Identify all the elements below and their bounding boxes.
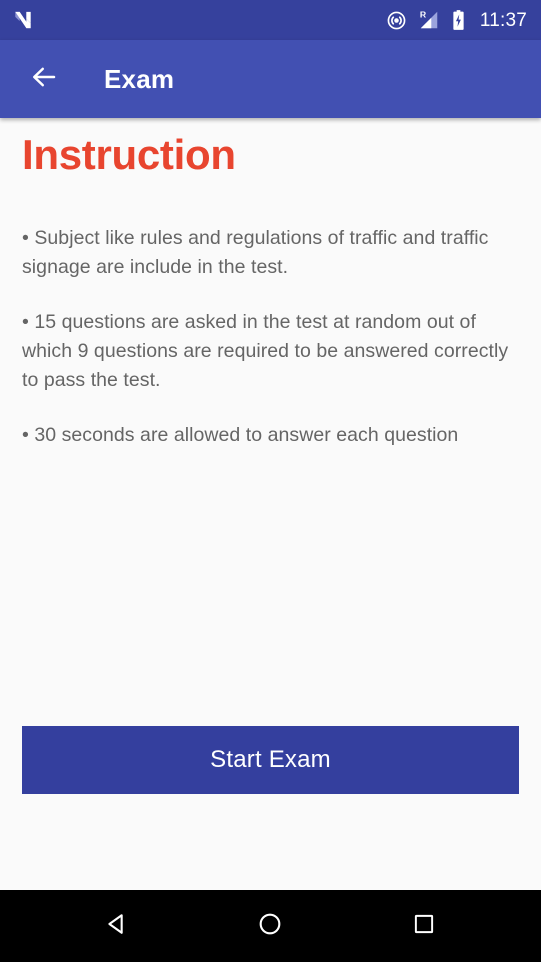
android-nougat-logo-icon [12, 9, 34, 31]
instruction-list: • Subject like rules and regulations of … [22, 224, 519, 450]
status-bar-left [12, 9, 34, 31]
instruction-screen-content: Instruction • Subject like rules and reg… [0, 118, 541, 890]
app-bar: Exam [0, 40, 541, 118]
nav-back-button[interactable] [85, 894, 149, 958]
svg-text:R: R [420, 10, 427, 20]
start-exam-button[interactable]: Start Exam [22, 726, 519, 794]
hotspot-icon [386, 10, 407, 31]
status-bar-right: R 11:37 [386, 9, 527, 31]
circle-home-icon [256, 910, 284, 943]
app-bar-title: Exam [104, 63, 175, 94]
battery-charging-icon [451, 9, 466, 31]
list-item: • Subject like rules and regulations of … [22, 227, 489, 279]
list-item: • 15 questions are asked in the test at … [22, 311, 509, 392]
nav-home-button[interactable] [238, 894, 302, 958]
arrow-back-icon [29, 62, 59, 97]
android-navigation-bar [0, 890, 541, 962]
square-recents-icon [411, 911, 437, 942]
status-bar: R 11:37 [0, 0, 541, 40]
list-item: • 30 seconds are allowed to answer each … [22, 424, 459, 447]
signal-roaming-icon: R [418, 9, 440, 31]
back-button[interactable] [22, 57, 66, 101]
nav-recents-button[interactable] [392, 894, 456, 958]
status-bar-clock: 11:37 [479, 9, 527, 31]
triangle-back-icon [103, 910, 131, 943]
page-title: Instruction [22, 131, 236, 178]
